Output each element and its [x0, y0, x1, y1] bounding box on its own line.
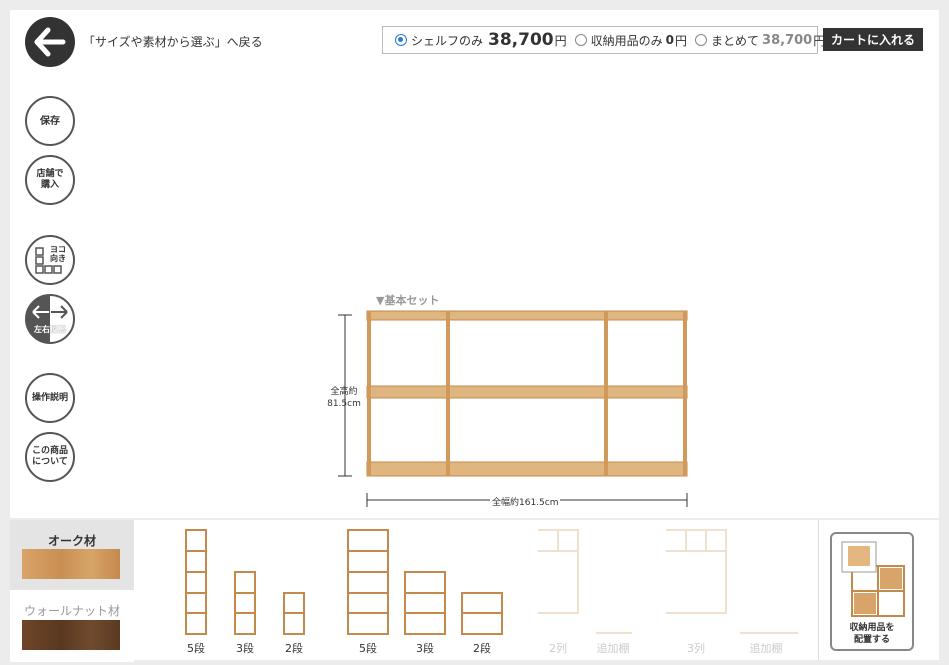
storage-items-icon: [841, 541, 905, 617]
part-thumb-2col: [538, 529, 579, 614]
part-label[interactable]: 3段: [225, 640, 265, 656]
place-storage-items-button[interactable]: 収納用品を 配置する: [830, 532, 914, 651]
part-label[interactable]: 2段: [274, 640, 314, 656]
part-thumb-narrow-3: [234, 571, 256, 635]
part-thumb-wide-5: [347, 529, 389, 635]
part-label: 2列: [549, 642, 567, 655]
panel-divider: [818, 520, 819, 660]
part-thumb-wide-3: [404, 571, 446, 635]
part-thumb-wide-2: [461, 592, 503, 635]
part-label[interactable]: 5段: [176, 640, 216, 656]
part-thumbnails: [185, 529, 798, 635]
part-thumb-narrow-2: [283, 592, 305, 635]
part-label: 3列: [687, 642, 705, 655]
part-label: 追加棚: [749, 642, 783, 655]
part-thumb-narrow-5: [185, 529, 207, 635]
part-thumb-3col: [666, 529, 727, 614]
part-label: 追加棚: [596, 642, 630, 655]
part-label[interactable]: 3段: [405, 640, 445, 656]
part-label[interactable]: 2段: [462, 640, 502, 656]
part-label[interactable]: 5段: [348, 640, 388, 656]
